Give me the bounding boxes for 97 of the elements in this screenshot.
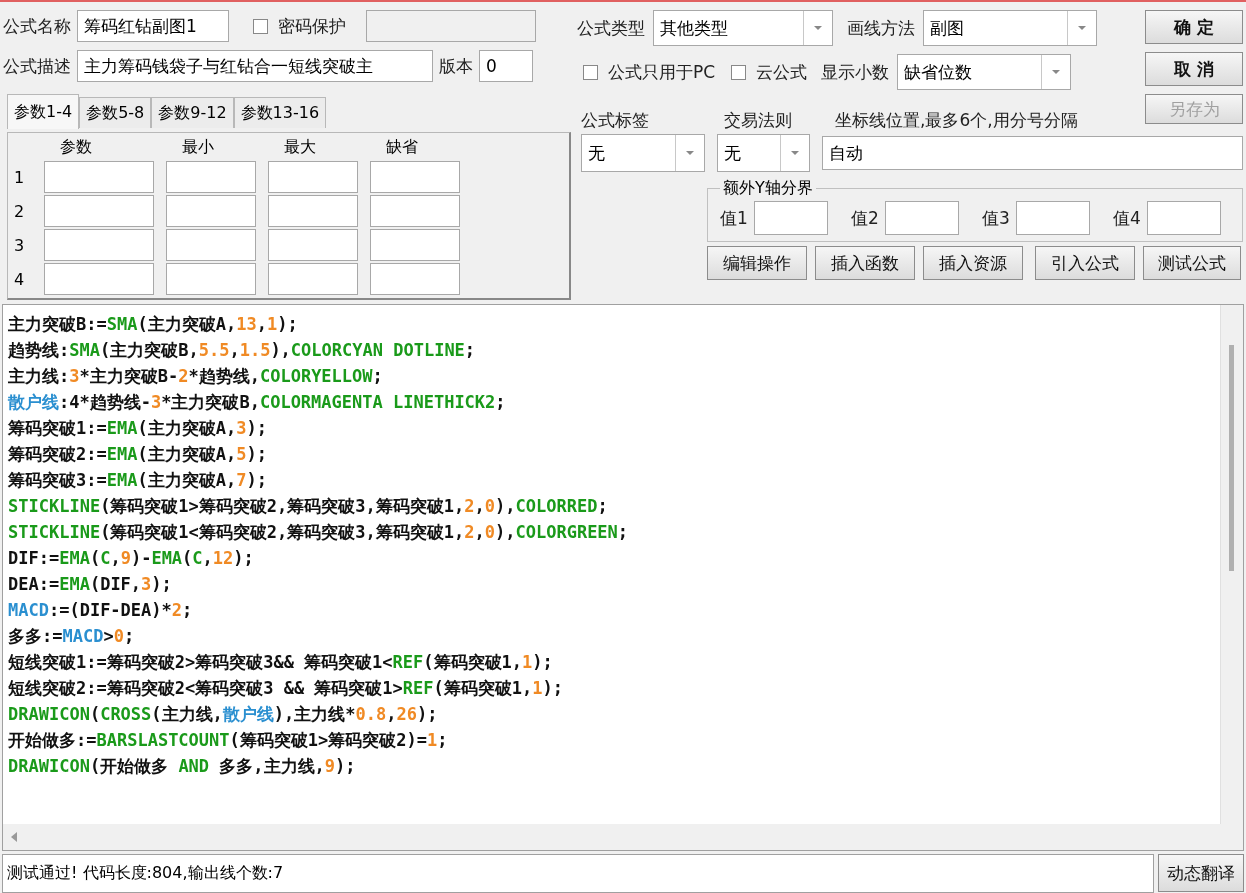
field-label: 交易法则 [724, 109, 793, 132]
parameter-input[interactable] [370, 161, 460, 193]
parameter-input[interactable] [268, 195, 358, 227]
code-line: 筹码突破3:=EMA(主力突破A,7); [8, 469, 268, 492]
parameter-input[interactable] [166, 229, 256, 261]
dropdown[interactable]: 副图 [923, 10, 1097, 46]
translate-button[interactable]: 动态翻译 [1158, 854, 1244, 892]
parameter-input[interactable] [268, 161, 358, 193]
parameter-input[interactable] [44, 263, 154, 295]
code-line: DRAWICON(CROSS(主力线,散户线),主力线*0.8,26); [8, 703, 439, 726]
dialog-button[interactable]: 确 定 [1145, 10, 1243, 44]
row-number: 1 [14, 166, 26, 189]
tab[interactable]: 参数5-8 [79, 97, 152, 128]
group-title: 额外Y轴分界 [722, 178, 814, 199]
parameter-input[interactable] [370, 263, 460, 295]
code-line: 开始做多:=BARSLASTCOUNT(筹码突破1>筹码突破2)=1; [8, 729, 449, 752]
dropdown[interactable]: 缺省位数 [897, 54, 1072, 90]
scroll-left-icon[interactable] [11, 832, 18, 842]
code-line: 筹码突破2:=EMA(主力突破A,5); [8, 443, 268, 466]
dropdown[interactable]: 无 [581, 134, 705, 172]
field-label: 值1 [720, 206, 748, 230]
code-line: 趋势线:SMA(主力突破B,5.5,1.5),COLORCYAN DOTLINE; [8, 339, 477, 362]
field-label: 值2 [851, 206, 879, 230]
checkbox[interactable] [253, 18, 268, 34]
code-line: 散户线:4*趋势线-3*主力突破B,COLORMAGENTA LINETHICK2; [8, 391, 507, 414]
action-button[interactable]: 插入函数 [815, 246, 915, 280]
parameter-input[interactable] [268, 229, 358, 261]
field-label: 显示小数 [821, 60, 890, 84]
field-label: 值4 [1113, 206, 1141, 230]
value-input[interactable] [884, 201, 959, 235]
checkbox-label[interactable]: 公式只用于PC [608, 60, 716, 84]
field-label: 版本 [439, 54, 473, 78]
action-button[interactable]: 编辑操作 [707, 246, 807, 280]
horizontal-scrollbar[interactable] [3, 824, 1243, 850]
vertical-scrollbar[interactable] [1220, 305, 1243, 824]
dropdown-arrow-icon [685, 150, 695, 156]
code-line: 多多:=MACD>0; [8, 625, 136, 648]
code-line: 筹码突破1:=EMA(主力突破A,3); [8, 417, 268, 440]
dropdown-arrow-icon [1051, 69, 1062, 75]
parameter-input[interactable] [44, 195, 154, 227]
code-line: 主力线:3*主力突破B-2*趋势线,COLORYELLOW; [8, 365, 384, 388]
name-input[interactable]: 筹码红钻副图1 [77, 10, 229, 42]
code-line: DEA:=EMA(DIF,3); [8, 573, 173, 596]
code-line: STICKLINE(筹码突破1>筹码突破2,筹码突破3,筹码突破1,2,0),COLORRED; [8, 495, 609, 518]
code-line: MACD:=(DIF-DEA)*2; [8, 599, 194, 622]
version-input[interactable]: 0 [479, 50, 533, 82]
code-line: 短线突破1:=筹码突破2>筹码突破3&& 筹码突破1<REF(筹码突破1,1); [8, 651, 554, 674]
parameter-input[interactable] [268, 263, 358, 295]
description-input[interactable]: 主力筹码钱袋子与红钻合一短线突破主 [77, 50, 433, 82]
checkbox-label[interactable]: 密码保护 [278, 14, 346, 38]
tab[interactable]: 参数13-16 [233, 97, 327, 128]
dropdown[interactable]: 无 [717, 134, 810, 172]
action-button[interactable]: 测试公式 [1143, 246, 1241, 280]
tab[interactable]: 参数9-12 [151, 97, 234, 128]
row-number: 4 [14, 268, 26, 291]
column-header: 参数 [59, 137, 93, 158]
field-label: 公式类型 [577, 16, 645, 40]
column-header: 缺省 [385, 137, 419, 158]
dropdown-arrow-icon [813, 25, 823, 31]
column-header: 最小 [181, 137, 215, 158]
value-input[interactable] [1146, 201, 1221, 235]
code-line: STICKLINE(筹码突破1<筹码突破2,筹码突破3,筹码突破1,2,0),COLORGREEN; [8, 521, 630, 544]
parameter-input[interactable] [166, 263, 256, 295]
code-line: 短线突破2:=筹码突破2<筹码突破3 && 筹码突破1>REF(筹码突破1,1); [8, 677, 564, 700]
checkbox[interactable] [731, 64, 747, 80]
action-button[interactable]: 插入资源 [923, 246, 1023, 280]
field-label: 值3 [982, 206, 1010, 230]
value-input[interactable] [1015, 201, 1090, 235]
checkbox-label[interactable]: 云公式 [756, 60, 808, 84]
dialog-button[interactable]: 取 消 [1145, 52, 1243, 86]
value-input[interactable] [753, 201, 828, 235]
row-number: 2 [14, 200, 26, 223]
tab[interactable]: 参数1-4 [7, 94, 80, 129]
parameter-input[interactable] [370, 195, 460, 227]
field-label: 坐标线位置,最多6个,用分号分隔 [835, 109, 1078, 132]
field-label: 公式标签 [580, 109, 650, 132]
parameter-input[interactable] [44, 161, 154, 193]
field-label: 公式描述 [3, 54, 71, 78]
status-message: 测试通过! 代码长度:804,输出线个数:7 [2, 854, 1154, 893]
code-line: DIF:=EMA(C,9)-EMA(C,12); [8, 547, 255, 570]
dropdown[interactable]: 其他类型 [653, 10, 833, 46]
action-button[interactable]: 引入公式 [1035, 246, 1135, 280]
dropdown-arrow-icon [1077, 25, 1087, 31]
parameter-input[interactable] [166, 195, 256, 227]
dropdown-arrow-icon [790, 150, 800, 156]
axis-lines-input[interactable]: 自动 [822, 136, 1243, 170]
code-line: 主力突破B:=SMA(主力突破A,13,1); [8, 313, 299, 336]
row-number: 3 [14, 234, 26, 257]
field-label: 画线方法 [847, 16, 915, 40]
checkbox[interactable] [583, 64, 598, 80]
column-header: 最大 [283, 137, 317, 158]
parameter-input[interactable] [44, 229, 154, 261]
parameter-input[interactable] [166, 161, 256, 193]
code-line: DRAWICON(开始做多 AND 多多,主力线,9); [8, 755, 357, 778]
parameter-input[interactable] [370, 229, 460, 261]
field-label: 公式名称 [3, 14, 71, 38]
code-editor[interactable] [2, 304, 1244, 851]
